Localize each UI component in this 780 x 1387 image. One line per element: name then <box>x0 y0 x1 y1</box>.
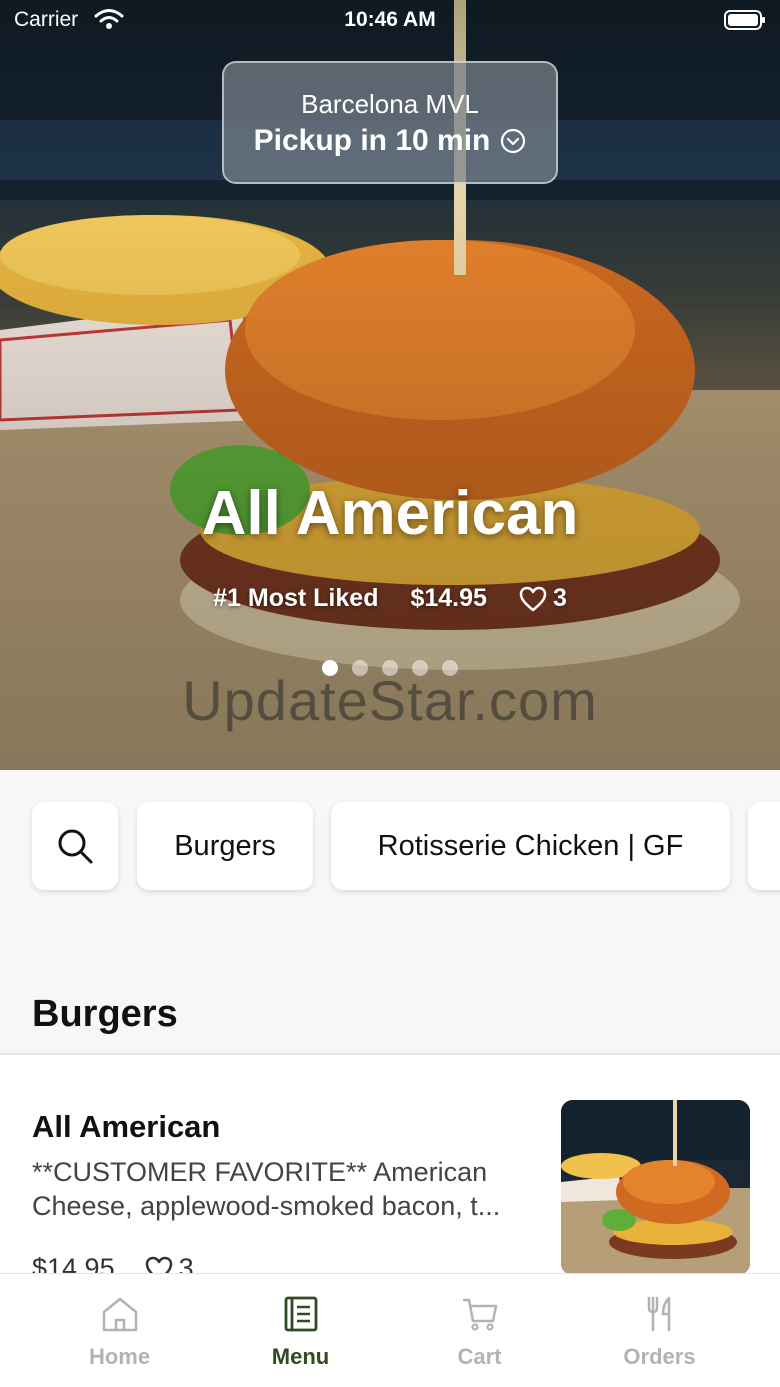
hero-title: All American <box>201 479 579 548</box>
hero-likes: 3 <box>519 584 567 613</box>
menu-book-icon <box>284 1296 317 1332</box>
location-selector[interactable]: Barcelona MVL Pickup in 10 min <box>222 61 558 184</box>
category-bar: Burgers Rotisserie Chicken | GF <box>0 770 780 950</box>
tab-label: Cart <box>457 1344 502 1369</box>
cart-icon <box>462 1298 497 1331</box>
tab-menu[interactable]: Menu <box>203 1274 398 1387</box>
tab-orders[interactable]: Orders <box>562 1274 757 1387</box>
hero-meta: #1 Most Liked $14.95 3 <box>0 584 780 613</box>
pickup-time: Pickup in 10 min <box>253 124 491 157</box>
section-title: Burgers <box>32 993 178 1035</box>
category-chip-burgers[interactable]: Burgers <box>137 802 313 890</box>
menu-item-description-line: **CUSTOMER FAVORITE** American <box>32 1157 488 1187</box>
menu-item-description-line: Cheese, applewood-smoked bacon, t... <box>32 1191 501 1221</box>
fork-knife-icon <box>647 1296 670 1332</box>
tab-home[interactable]: Home <box>22 1274 217 1387</box>
menu-item-description: **CUSTOMER FAVORITE** American Cheese, a… <box>32 1155 532 1223</box>
chevron-down-circle-icon <box>501 128 526 154</box>
tab-cart[interactable]: Cart <box>382 1274 577 1387</box>
tab-label: Menu <box>271 1344 330 1369</box>
hero-price: $14.95 <box>410 584 487 612</box>
home-icon <box>102 1297 137 1332</box>
battery-icon <box>724 10 765 30</box>
tab-label: Home <box>88 1344 151 1369</box>
category-chip-next[interactable] <box>748 802 780 890</box>
menu-item-image <box>561 1100 750 1275</box>
hero-likes-count: 3 <box>552 584 567 612</box>
hero-rank: #1 Most Liked <box>213 584 379 612</box>
category-chip-rotisserie-chicken[interactable]: Rotisserie Chicken | GF <box>331 802 730 890</box>
hero-banner[interactable]: Carrier 10:46 AM Barcelona MVL Pickup in… <box>0 0 780 770</box>
search-button[interactable] <box>32 802 118 890</box>
watermark: UpdateStar.com <box>182 669 598 732</box>
clock: 10:46 AM <box>344 8 436 31</box>
menu-item-name: All American <box>32 1109 221 1144</box>
location-name: Barcelona MVL <box>301 89 479 119</box>
menu-item-card[interactable]: All American **CUSTOMER FAVORITE** Ameri… <box>0 1055 780 1283</box>
tab-bar: Home Menu Cart Orders <box>0 1273 780 1387</box>
search-icon <box>58 829 93 864</box>
status-bar: Carrier 10:46 AM <box>0 0 780 42</box>
tab-label: Orders <box>623 1344 696 1369</box>
heart-icon <box>519 586 547 611</box>
